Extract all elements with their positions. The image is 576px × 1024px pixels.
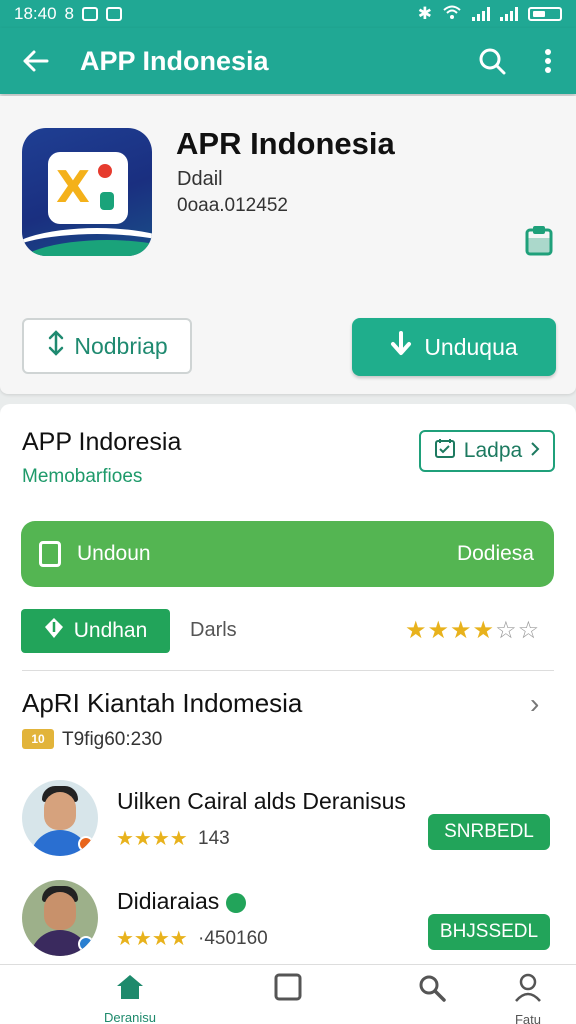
wifi-icon (442, 4, 462, 25)
back-arrow-icon[interactable] (0, 28, 70, 94)
undhan-label: Undhan (73, 619, 148, 642)
app-code: 0oaa.012452 (177, 195, 288, 216)
reviewer-count: ·450160 (198, 928, 268, 949)
app-logo: X (22, 128, 152, 256)
info-title: APP Indoresia (22, 428, 182, 456)
tag-text: T9fig60:230 (62, 729, 163, 750)
nav-square[interactable] (248, 973, 328, 1024)
banner-left-label: Undoun (77, 542, 151, 565)
list-item[interactable]: Didiaraias ★★★★ ·450160 BHJSSEDL (0, 880, 576, 970)
swap-icon (46, 330, 66, 362)
avatar (22, 780, 98, 856)
row-action-button[interactable]: SNRBEDL (428, 814, 550, 850)
signal-icon (472, 7, 490, 21)
tag-badge: 10 (22, 729, 54, 749)
list-item[interactable]: Uilken Cairal alds Deranisus ★★★★ 143 SN… (0, 780, 576, 870)
ladpa-label: Ladpa (463, 439, 523, 462)
chevron-right-icon (530, 439, 540, 463)
reviewer-name: Uilken Cairal alds Deranisus (117, 788, 406, 814)
download-label: Unduqua (424, 333, 518, 360)
search-icon[interactable] (464, 28, 520, 94)
verified-icon (225, 892, 246, 913)
app-bar-title: APP Indonesia (80, 45, 269, 76)
info-card: APP Indoresia Memobarfioes Ladpa Undoun … (0, 404, 576, 964)
more-vert-icon[interactable] (520, 28, 576, 94)
reviewer-stars: ★★★★ (116, 826, 188, 850)
chip-caption: Darls (190, 619, 237, 641)
bottom-navigation: Deranisu Fatu (0, 964, 576, 1024)
nav-home[interactable]: Deranisu (90, 973, 170, 1024)
nav-home-label: Deranisu (103, 1010, 157, 1024)
profile-icon (513, 973, 543, 1008)
status-time: 18:40 (14, 4, 57, 23)
app-bar: APP Indonesia (0, 28, 576, 94)
reviewer-stars: ★★★★ (116, 926, 188, 950)
avatar (22, 880, 98, 956)
calendar-icon (434, 437, 456, 465)
nav-search[interactable] (392, 973, 472, 1024)
nav-profile-label: Fatu (514, 1012, 541, 1024)
secondary-action-label: Nodbriap (74, 332, 168, 359)
notification-icon (82, 7, 99, 21)
rating-stars: ★★★★☆☆ (405, 616, 541, 644)
row-action-button[interactable]: BHJSSEDL (428, 914, 550, 950)
phone-icon (39, 541, 61, 567)
app-header-card: X APR Indonesia Ddail 0oaa.012452 Nodbri… (0, 96, 576, 394)
download-button[interactable]: Unduqua (352, 318, 556, 376)
divider (22, 670, 554, 671)
square-icon (274, 973, 302, 1006)
nav-profile[interactable]: Fatu (488, 973, 568, 1024)
bluetooth-icon: ✱ (417, 4, 432, 23)
shield-icon (44, 617, 64, 645)
clipboard-icon[interactable] (524, 224, 554, 256)
camera-icon (106, 7, 123, 21)
secondary-action-button[interactable]: Nodbriap (22, 318, 192, 374)
app-name: APR Indonesia (176, 126, 395, 161)
section-title[interactable]: ApRI Kiantah Indomesia (22, 688, 302, 719)
app-developer: Ddail (177, 168, 223, 190)
battery-icon (528, 7, 562, 21)
install-banner[interactable]: Undoun Dodiesa (21, 521, 554, 587)
reviewer-name: Didiaraias (117, 888, 246, 915)
home-icon (115, 973, 145, 1006)
info-subtitle[interactable]: Memobarfioes (22, 466, 142, 488)
search-tool-icon (417, 973, 447, 1008)
status-bar: 18:40 8 ✱ (0, 0, 576, 28)
reviewer-count: 143 (198, 828, 230, 849)
undhan-button[interactable]: Undhan (21, 609, 170, 653)
chevron-right-icon[interactable]: › (530, 688, 539, 720)
status-glyph: 8 (64, 4, 75, 23)
banner-right-label: Dodiesa (456, 542, 534, 565)
signal-icon-2 (500, 7, 518, 21)
ladpa-button[interactable]: Ladpa (419, 430, 555, 472)
download-icon (390, 331, 412, 363)
